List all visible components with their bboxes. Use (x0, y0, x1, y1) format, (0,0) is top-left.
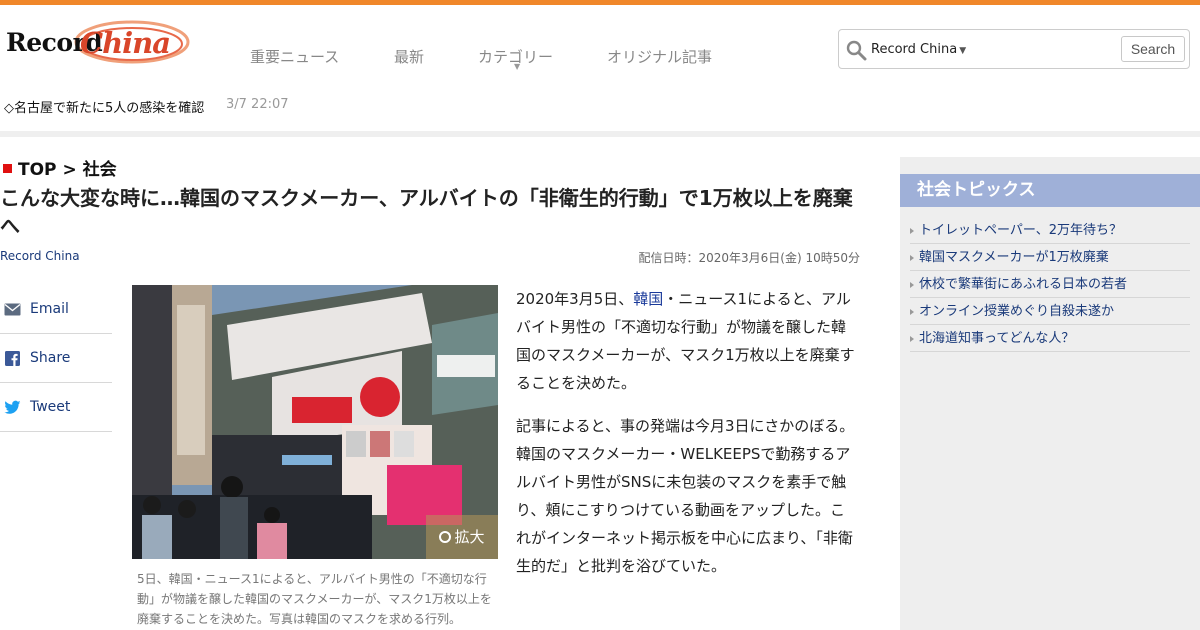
share-email-button[interactable]: Email (0, 285, 112, 334)
breadcrumb-top-link[interactable]: TOP (18, 160, 57, 180)
header-divider (0, 131, 1200, 137)
ticker-time: 3/7 22:07 (226, 97, 289, 112)
sidebar-topic-label: トイレットペーパー、2万年待ち？ (919, 223, 1123, 238)
top-accent-bar (0, 0, 1200, 5)
sidebar-topic-list: トイレットペーパー、2万年待ち？ 韓国マスクメーカーが1万枚廃棄 休校で繁華街に… (910, 217, 1190, 352)
email-icon (4, 303, 21, 316)
sidebar-topic-item[interactable]: 北海道知事ってどんな人？ (910, 325, 1190, 352)
bullet-triangle-icon (910, 309, 914, 315)
bullet-triangle-icon (910, 255, 914, 261)
nav-latest[interactable]: 最新 (394, 46, 424, 67)
article-date: 配信日時：2020年3月6日(金) 10時50分 (638, 251, 860, 265)
nav-category[interactable]: カテゴリー ▼ (478, 46, 553, 71)
share-twitter-button[interactable]: Tweet (0, 383, 112, 432)
nav-original-articles[interactable]: オリジナル記事 (607, 46, 712, 67)
sidebar-topics: 社会トピックス トイレットペーパー、2万年待ち？ 韓国マスクメーカーが1万枚廃棄… (900, 157, 1200, 630)
paragraph-1-lead: 2020年3月5日、 (516, 290, 634, 308)
article-title: こんな大変な時に…韓国のマスクメーカー、アルバイトの「非衛生的行動」で1万枚以上… (0, 186, 853, 238)
share-facebook-label: Share (30, 350, 71, 366)
sidebar-title: 社会トピックス (900, 174, 1200, 207)
facebook-icon (5, 351, 20, 366)
sidebar-topic-label: 韓国マスクメーカーが1万枚廃棄 (919, 250, 1109, 265)
sidebar-topic-label: オンライン授業めぐり自殺未遂か (919, 304, 1115, 319)
share-facebook-button[interactable]: Share (0, 334, 112, 383)
ticker-headline[interactable]: ◇名古屋で新たに5人の感染を確認 (4, 101, 204, 116)
magnifier-icon (439, 531, 452, 543)
sidebar-topic-item[interactable]: 韓国マスクメーカーが1万枚廃棄 (910, 244, 1190, 271)
sidebar-topic-label: 北海道知事ってどんな人？ (919, 331, 1075, 346)
search-box: Record China ▼ Search (838, 29, 1190, 69)
twitter-icon (4, 400, 21, 414)
search-scope-label: Record China (871, 42, 958, 57)
logo-text-china: China (80, 26, 171, 60)
bullet-triangle-icon (910, 228, 914, 234)
article-paragraph-2: 記事によると、事の発端は今月3日にさかのぼる。韓国のマスクメーカー・WELKEE… (516, 417, 855, 575)
sidebar-topic-item[interactable]: 休校で繁華街にあふれる日本の若者 (910, 271, 1190, 298)
sidebar-topic-item[interactable]: オンライン授業めぐり自殺未遂か (910, 298, 1190, 325)
news-ticker: ◇名古屋で新たに5人の感染を確認 3/7 22:07 (4, 97, 289, 116)
article-source[interactable]: Record China (0, 249, 80, 263)
tag-link-korea[interactable]: 韓国 (633, 290, 663, 308)
breadcrumb-current[interactable]: 社会 (83, 160, 117, 180)
site-logo[interactable]: Record China (2, 14, 190, 72)
bullet-triangle-icon (910, 336, 914, 342)
chevron-down-icon: ▼ (514, 62, 521, 71)
share-twitter-label: Tweet (30, 399, 71, 415)
breadcrumb-marker-icon (3, 164, 12, 173)
search-button[interactable]: Search (1121, 36, 1185, 62)
bullet-triangle-icon (910, 282, 914, 288)
photo-caption: 5日、韓国・ニュース1によると、アルバイト男性の「不適切な行動」が物議を醸した韓… (137, 572, 492, 626)
article-photo[interactable]: 拡大 (132, 285, 498, 559)
share-email-label: Email (30, 301, 69, 317)
search-input[interactable] (965, 36, 1113, 62)
sidebar-topic-item[interactable]: トイレットペーパー、2万年待ち？ (910, 217, 1190, 244)
photo-zoom-button[interactable]: 拡大 (426, 515, 498, 559)
breadcrumb: TOP > 社会 (3, 155, 117, 180)
nav-important-news[interactable]: 重要ニュース (250, 46, 339, 67)
breadcrumb-separator: > (62, 160, 77, 180)
photo-zoom-label: 拡大 (454, 528, 485, 546)
article-paragraph-1: 2020年3月5日、韓国・ニュース1によると、アルバイト男性の「不適切な行動」が… (516, 285, 856, 397)
search-icon (846, 40, 867, 61)
search-scope-select[interactable]: Record China ▼ (871, 42, 966, 57)
article-body: 2020年3月5日、韓国・ニュース1によると、アルバイト男性の「不適切な行動」が… (516, 285, 856, 595)
sidebar-topic-label: 休校で繁華街にあふれる日本の若者 (919, 277, 1128, 292)
